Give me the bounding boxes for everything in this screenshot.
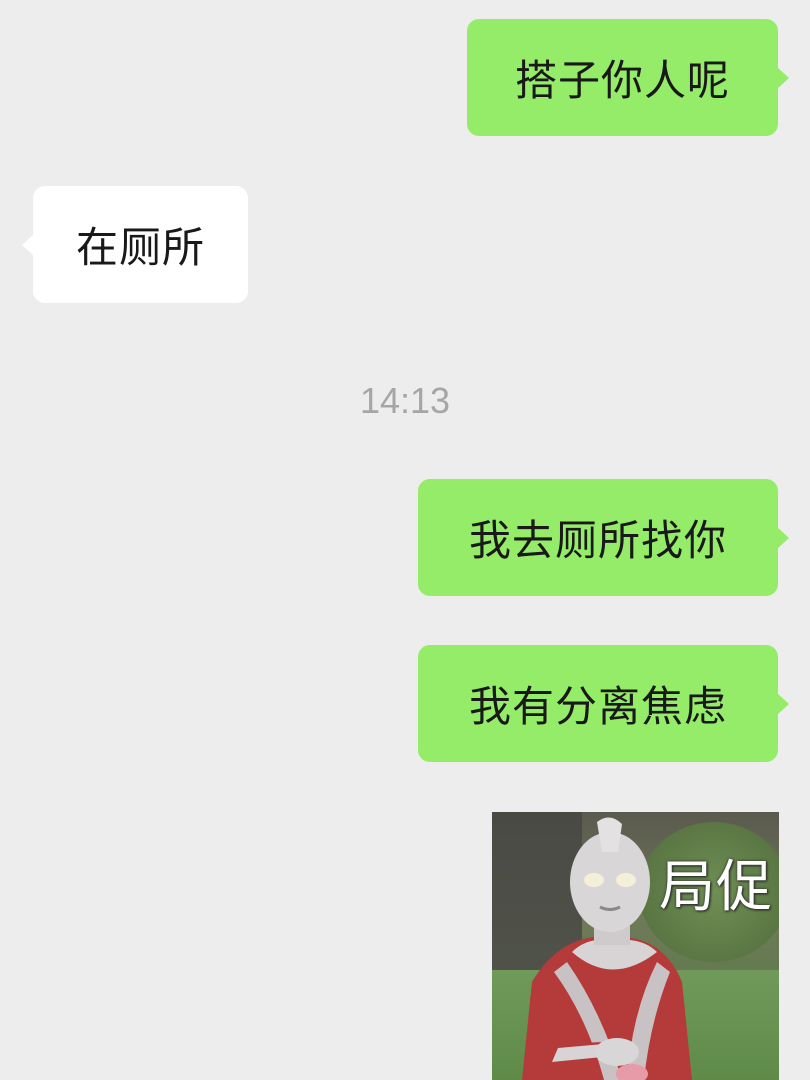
chat-area: 搭子你人呢 在厕所 14:13 我去厕所找你 我有分离焦虑 局促	[0, 0, 810, 1080]
outgoing-message-bubble[interactable]: 我去厕所找你	[418, 479, 789, 596]
outgoing-message-bubble[interactable]: 我有分离焦虑	[418, 645, 789, 762]
sticker-image[interactable]: 局促	[492, 812, 779, 1080]
message-text: 搭子你人呢	[514, 56, 730, 105]
message-text: 我去厕所找你	[468, 516, 727, 565]
message-timestamp: 14:13	[359, 380, 451, 421]
message-text: 在厕所	[75, 223, 205, 272]
message-text: 我有分离焦虑	[468, 682, 727, 731]
sticker-caption: 局促	[659, 855, 773, 920]
outgoing-message-bubble[interactable]: 搭子你人呢	[467, 19, 789, 136]
incoming-message-bubble[interactable]: 在厕所	[22, 186, 248, 303]
